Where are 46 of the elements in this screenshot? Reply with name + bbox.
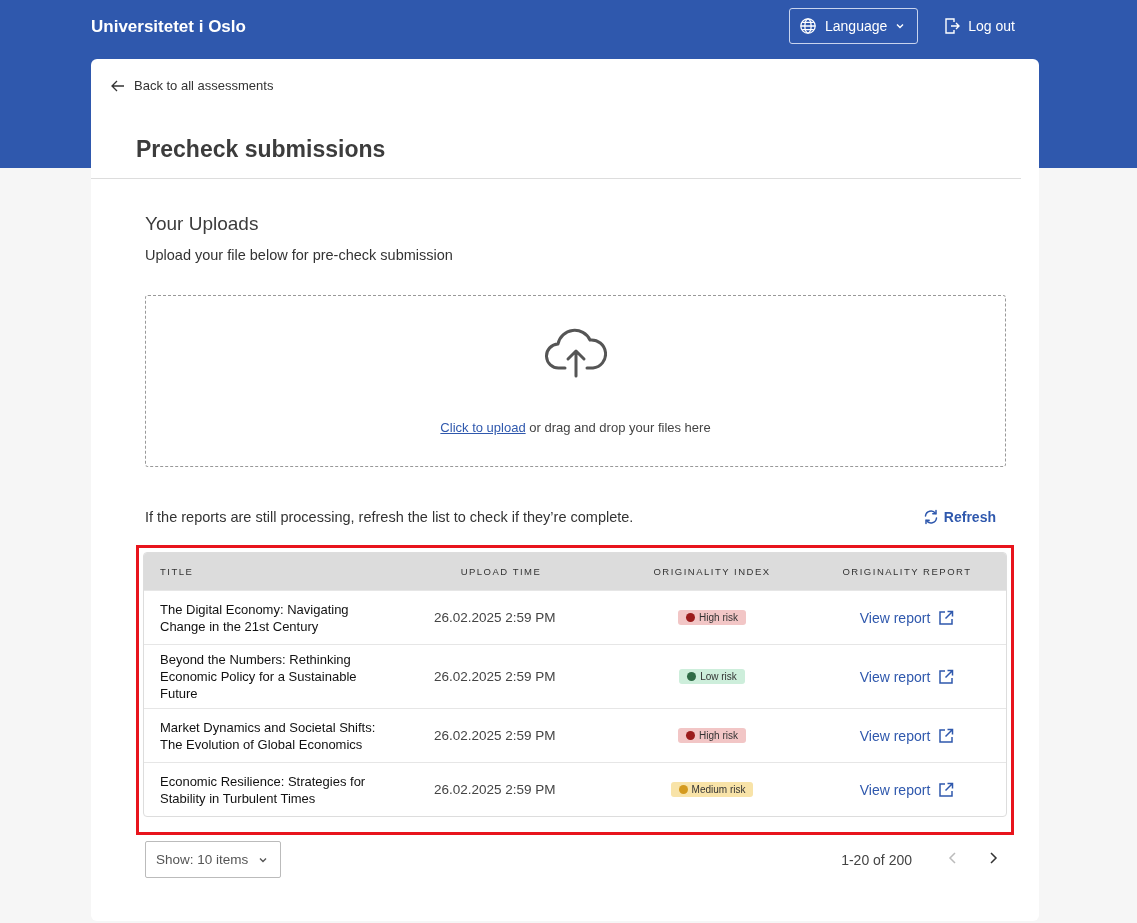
risk-badge: Medium risk: [670, 782, 754, 797]
cloud-upload-icon: [544, 328, 607, 378]
brand-name: Universitetet i Oslo: [91, 17, 246, 37]
upload-dropzone[interactable]: Click to upload or drag and drop your files here: [145, 295, 1006, 467]
section-subtitle: Upload your file below for pre-check submission: [145, 247, 454, 263]
title-cell-text: The Digital Economy: Navigating Change in the 21st Century: [159, 600, 350, 635]
view-report-link[interactable]: View report: [859, 609, 955, 626]
chevron-right-icon: [988, 851, 998, 865]
risk-badge: High risk: [678, 728, 746, 743]
time-cell-text: 26.02.2025 2:59 PM: [433, 609, 557, 626]
view-report-link[interactable]: View report: [859, 668, 955, 685]
upload-link[interactable]: Click to upload: [440, 420, 526, 435]
column-header: ORIGINALITY INDEX: [652, 566, 772, 577]
upload-instructions: Click to upload or drag and drop your files here: [440, 420, 711, 435]
page-range: 1-20 of 200: [841, 851, 912, 868]
chevron-left-icon: [948, 851, 958, 865]
back-link[interactable]: Back to all assessments: [111, 78, 274, 93]
view-report-link[interactable]: View report: [859, 727, 955, 744]
external-link-icon: [938, 668, 955, 685]
external-link-icon: [938, 781, 955, 798]
column-header: TITLE: [159, 566, 195, 577]
column-header: UPLOAD TIME: [459, 566, 543, 577]
section-heading: Your Uploads: [145, 213, 260, 235]
risk-badge: Low risk: [679, 669, 745, 684]
refresh-icon: [922, 509, 939, 525]
arrow-left-icon: [111, 79, 125, 92]
refresh-button[interactable]: Refresh: [922, 509, 1006, 525]
title-cell-text: Market Dynamics and Societal Shifts: The Evolution of Global Economics: [159, 718, 377, 753]
language-button[interactable]: Language: [789, 8, 919, 44]
time-cell-text: 26.02.2025 2:59 PM: [433, 781, 557, 798]
external-link-icon: [938, 727, 955, 744]
time-cell-text: 26.02.2025 2:59 PM: [433, 727, 557, 744]
page-size-dropdown[interactable]: Show: 10 items: [145, 841, 282, 878]
risk-badge: High risk: [678, 610, 746, 625]
globe-icon: [799, 17, 817, 35]
title-cell-text: Economic Resilience: Strategies for Stability in Turbulent Times: [159, 772, 367, 807]
external-link-icon: [938, 609, 955, 626]
logout-icon: [944, 17, 961, 35]
title-cell-text: Beyond the Numbers: Rethinking Economic Policy for a Sustainable Future: [159, 651, 358, 702]
column-header: ORIGINALITY REPORT: [841, 566, 973, 577]
page-title: Precheck submissions: [136, 136, 386, 163]
refresh-note: If the reports are still processing, refresh the list to check if they’re complete.: [145, 509, 634, 525]
chevron-down-icon: [895, 21, 906, 31]
time-cell-text: 26.02.2025 2:59 PM: [433, 668, 557, 685]
view-report-link[interactable]: View report: [859, 781, 955, 798]
logout-button[interactable]: Log out: [936, 17, 1015, 35]
